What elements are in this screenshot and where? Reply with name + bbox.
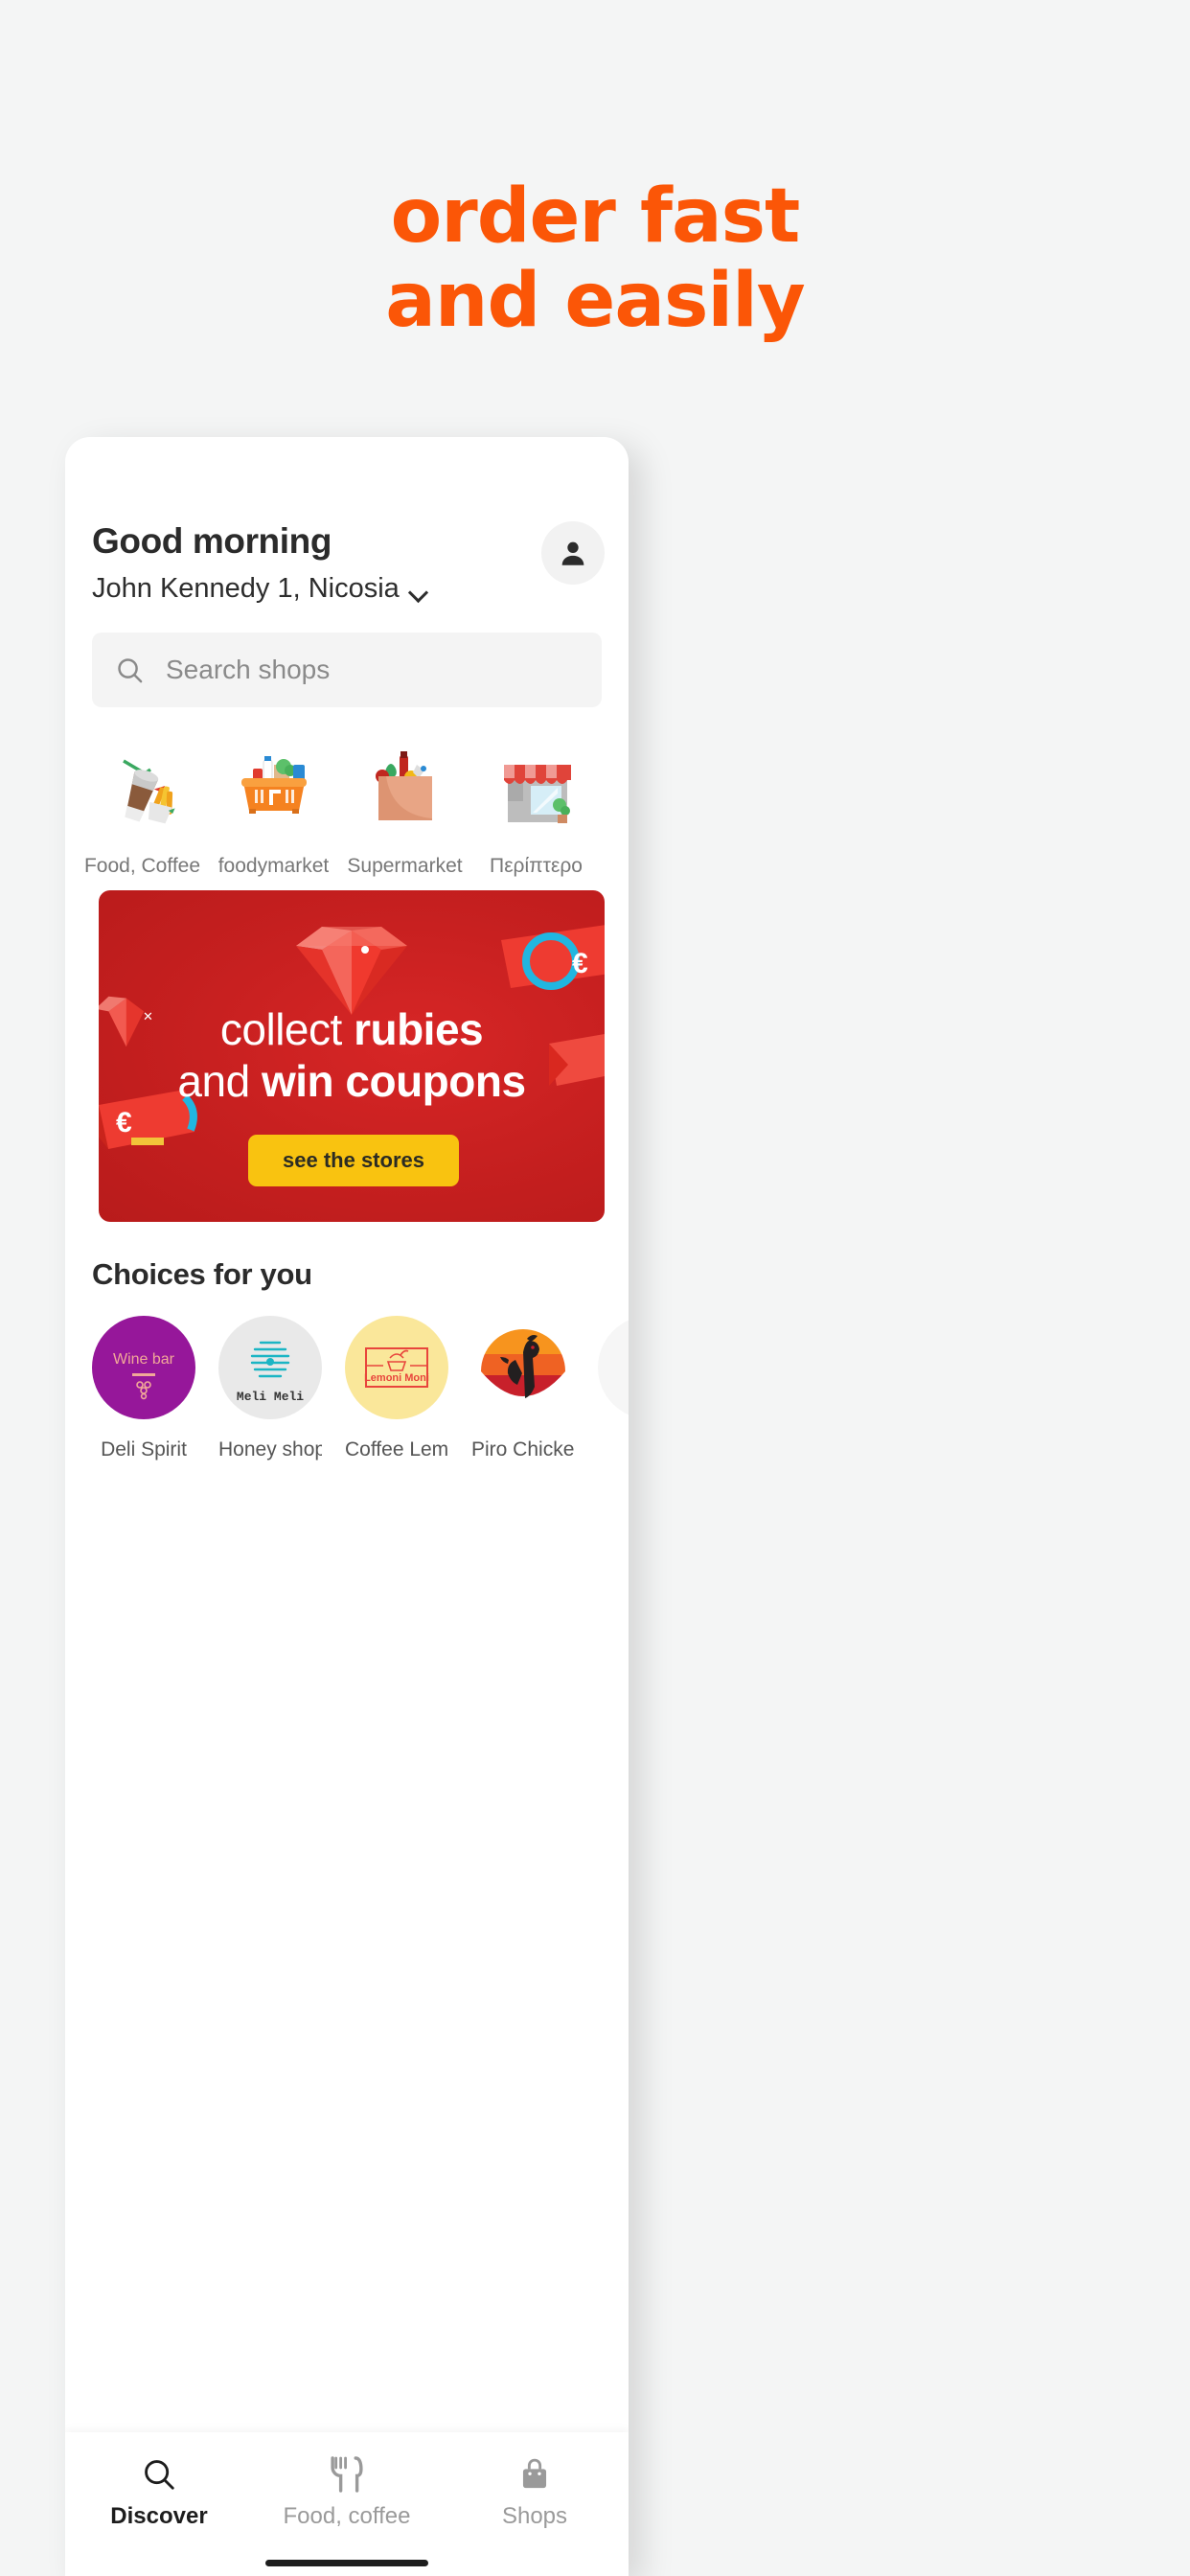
choices-carousel[interactable]: Wine bar Meli Meli Lemoni Moni [92,1316,629,1440]
promo-text: collect rubies and win coupons [99,1003,605,1107]
chevron-down-icon [409,586,428,597]
choices-section-title: Choices for you [92,1257,312,1291]
tab-shops[interactable]: Shops [441,2453,629,2530]
category-carousel[interactable]: Food, Coffee foodymarket Supermarket Περ… [65,742,629,912]
shop-logo-piro-chicken[interactable] [471,1316,575,1419]
shop-logo-partial[interactable] [598,1316,629,1419]
svg-text:Lemoni Moni: Lemoni Moni [364,1372,429,1384]
home-indicator [265,2560,428,2566]
address-selector[interactable]: John Kennedy 1, Nicosia [92,573,428,605]
search-icon [65,2453,253,2496]
shop-logo-lemoni-moni[interactable]: Lemoni Moni [345,1316,448,1419]
shop-name: Coffee Lemoni [345,1438,448,1460]
hero-headline: order fast and easily [0,174,1190,343]
search-icon [118,657,143,682]
beehive-logo-icon: Meli Meli [237,1341,304,1404]
rooster-logo-icon [481,1329,565,1398]
category-label: Food, Coffee [83,855,201,877]
phone-screen-card: Good morning John Kennedy 1, Nicosia Sea… [65,437,629,2576]
grocery-bag-icon [339,742,470,845]
avatar[interactable] [541,521,605,585]
market-stall-icon [602,742,629,845]
shop-name: Y... [598,1438,629,1461]
category-label: foodymarket [217,855,330,877]
tab-label: Shops [501,2503,568,2529]
wine-bar-logo-icon: Wine bar [113,1351,175,1400]
page-title: Good morning [92,521,332,561]
tab-label: Discover [110,2503,208,2529]
hero-line-2: and easily [385,258,805,344]
category-food-coffee[interactable]: Food, Coffee [77,742,208,912]
svg-text:Meli Meli: Meli Meli [237,1390,304,1404]
tab-discover[interactable]: Discover [65,2453,253,2530]
category-foodymarket[interactable]: foodymarket [208,742,339,912]
shop-name: Piro Chicken [471,1438,575,1460]
svg-text:€: € [116,1107,132,1138]
hero-line-1: order fast [390,173,801,260]
tab-label: Food, coffee [283,2503,411,2529]
promo-banner[interactable]: ✕ € € collect rubies and win coupons see… [99,890,605,1222]
category-label: Περίπτερο [490,855,583,877]
category-label: Supermarket [347,855,463,877]
choices-name-row: Deli Spirit Honey shop Coffee Lemoni Pir… [92,1438,629,1461]
search-input[interactable]: Search shops [92,632,602,707]
kiosk-storefront-icon [470,742,602,845]
lemoni-moni-logo-icon: Lemoni Moni [364,1347,429,1388]
promo-line1-light: collect [219,1004,355,1054]
category-periptero[interactable]: Περίπτερο [470,742,602,912]
svg-text:Wine bar: Wine bar [113,1351,175,1368]
shop-name: Honey shop [218,1438,322,1460]
category-extra[interactable] [602,742,629,912]
greeting-block: Good morning John Kennedy 1, Nicosia [92,521,428,605]
promo-line1-bold: rubies [354,1004,484,1054]
svg-text:€: € [572,948,588,979]
cutlery-icon [253,2453,441,2496]
search-placeholder: Search shops [166,655,331,684]
person-icon [561,541,584,565]
shop-name: Deli Spirit [101,1438,187,1460]
bottom-navigation: Discover Food, coffee Shops [65,2432,629,2576]
shopping-bag-icon [441,2453,629,2496]
shopping-basket-icon [208,742,339,845]
app-store-promo-screenshot: order fast and easily Good morning John … [0,0,1190,2576]
promo-line2-light: and [177,1056,262,1106]
promo-line2-bold: win coupons [261,1056,526,1106]
shop-logo-deli-spirit[interactable]: Wine bar [92,1316,195,1419]
shop-logo-meli-meli[interactable]: Meli Meli [218,1316,322,1419]
iced-coffee-fries-icon [77,742,208,845]
category-supermarket[interactable]: Supermarket [339,742,470,912]
tab-food-coffee[interactable]: Food, coffee [253,2453,441,2530]
address-text: John Kennedy 1, Nicosia [92,573,400,604]
see-the-stores-button[interactable]: see the stores [248,1135,459,1186]
